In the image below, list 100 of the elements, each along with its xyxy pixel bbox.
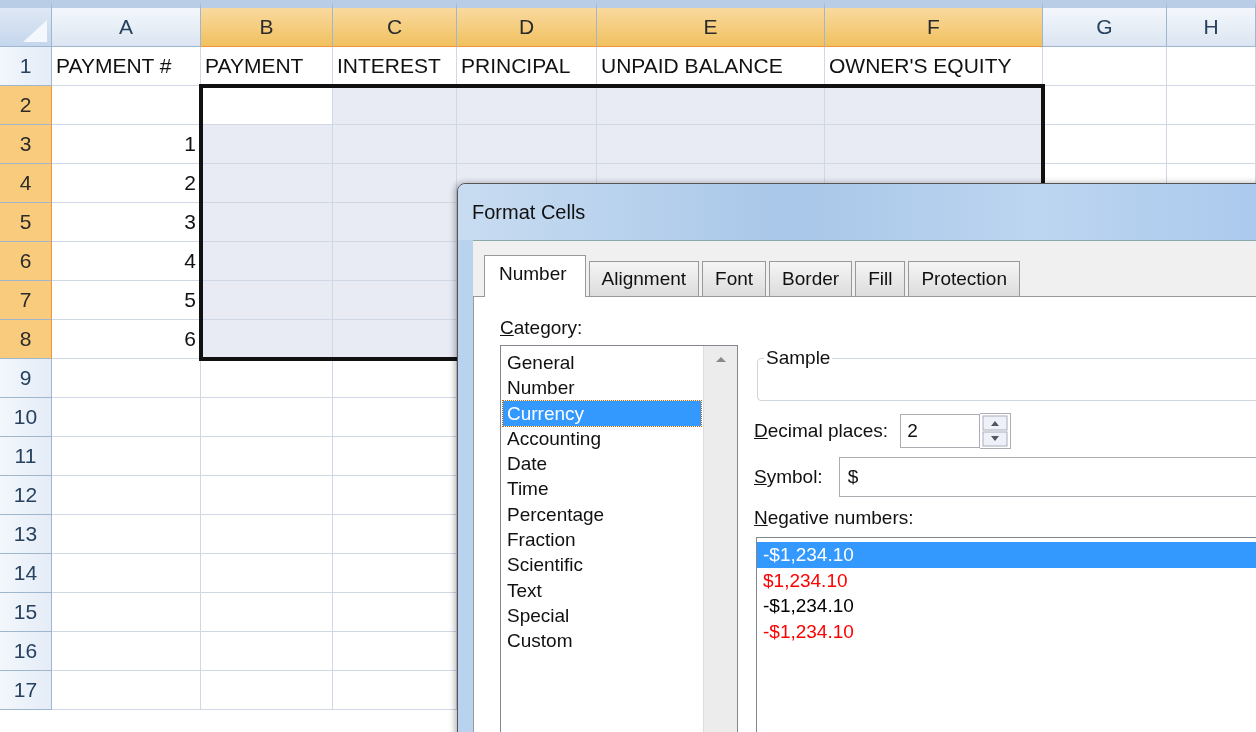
negative-format-item[interactable]: -$1,234.10 <box>757 618 1256 644</box>
column-header[interactable]: C <box>333 0 457 47</box>
table-cell[interactable]: 3 <box>52 203 201 242</box>
table-cell[interactable] <box>333 281 457 320</box>
category-item[interactable]: Date <box>503 451 701 477</box>
table-cell[interactable] <box>201 281 333 320</box>
column-header[interactable]: G <box>1043 0 1167 47</box>
table-cell[interactable] <box>1167 125 1256 164</box>
row-header[interactable]: 10 <box>0 398 52 437</box>
table-cell[interactable] <box>201 164 333 203</box>
negative-format-item[interactable]: -$1,234.10 <box>757 593 1256 619</box>
row-header[interactable]: 9 <box>0 359 52 398</box>
category-item[interactable]: Time <box>503 476 701 502</box>
decimal-places-field[interactable]: 2 <box>900 414 981 448</box>
table-cell[interactable] <box>1043 125 1167 164</box>
category-item[interactable]: Special <box>503 602 701 629</box>
category-item[interactable]: Number <box>503 375 701 401</box>
table-cell[interactable] <box>52 671 201 710</box>
table-cell[interactable] <box>52 632 201 671</box>
table-cell[interactable] <box>201 125 333 164</box>
row-header[interactable]: 12 <box>0 476 52 515</box>
table-cell[interactable] <box>333 203 457 242</box>
column-header[interactable]: E <box>597 0 825 47</box>
category-item[interactable]: Scientific <box>503 552 701 578</box>
table-cell[interactable] <box>201 593 333 632</box>
category-item[interactable]: Custom <box>503 628 701 654</box>
table-cell[interactable] <box>1043 47 1167 86</box>
row-header[interactable]: 16 <box>0 632 52 671</box>
table-cell[interactable] <box>1043 86 1167 125</box>
table-cell[interactable]: 1 <box>52 125 201 164</box>
table-cell[interactable]: 4 <box>52 242 201 281</box>
table-cell[interactable] <box>201 320 333 359</box>
table-cell[interactable] <box>201 359 333 398</box>
column-header[interactable]: D <box>457 0 597 47</box>
row-header[interactable]: 7 <box>0 281 52 320</box>
row-header[interactable]: 11 <box>0 437 52 476</box>
table-cell[interactable] <box>201 554 333 593</box>
table-cell[interactable] <box>597 86 825 125</box>
table-cell[interactable] <box>52 554 201 593</box>
category-item[interactable]: General <box>503 350 701 376</box>
table-cell[interactable] <box>333 86 457 125</box>
table-cell[interactable]: PAYMENT <box>201 47 333 86</box>
tab[interactable]: Protection <box>908 261 1020 296</box>
row-header[interactable]: 15 <box>0 593 52 632</box>
row-header[interactable]: 17 <box>0 671 52 710</box>
table-cell[interactable]: UNPAID BALANCE <box>597 47 825 86</box>
negative-format-item[interactable]: $1,234.10 <box>757 567 1256 593</box>
table-cell[interactable] <box>201 671 333 710</box>
column-header[interactable]: B <box>201 0 333 47</box>
table-cell[interactable] <box>1167 86 1256 125</box>
table-cell[interactable] <box>52 437 201 476</box>
category-item[interactable]: Accounting <box>503 425 701 452</box>
table-cell[interactable] <box>201 203 333 242</box>
table-cell[interactable] <box>457 86 597 125</box>
table-cell[interactable]: 6 <box>52 320 201 359</box>
table-cell[interactable]: OWNER'S EQUITY <box>825 47 1043 86</box>
category-item[interactable]: Percentage <box>503 501 701 528</box>
row-header[interactable]: 14 <box>0 554 52 593</box>
table-cell[interactable] <box>333 242 457 281</box>
table-cell[interactable] <box>52 593 201 632</box>
table-cell[interactable]: 5 <box>52 281 201 320</box>
table-cell[interactable] <box>52 515 201 554</box>
column-header[interactable]: A <box>52 0 201 47</box>
tab[interactable]: Number <box>484 255 586 297</box>
select-all-button[interactable] <box>0 0 52 47</box>
row-header[interactable]: 5 <box>0 203 52 242</box>
tab[interactable]: Border <box>769 261 853 296</box>
row-header[interactable]: 8 <box>0 320 52 359</box>
row-header[interactable]: 2 <box>0 86 52 125</box>
spin-button[interactable] <box>980 413 1012 449</box>
category-item[interactable]: Fraction <box>503 527 701 553</box>
table-cell[interactable] <box>333 320 457 359</box>
row-header[interactable]: 1 <box>0 47 52 86</box>
table-cell[interactable] <box>597 125 825 164</box>
table-cell[interactable] <box>52 476 201 515</box>
row-header[interactable]: 6 <box>0 242 52 281</box>
table-cell[interactable] <box>201 437 333 476</box>
table-cell[interactable] <box>333 164 457 203</box>
category-item[interactable]: Text <box>503 577 701 603</box>
tab[interactable]: Font <box>702 261 767 296</box>
table-cell[interactable] <box>825 125 1043 164</box>
table-cell[interactable] <box>825 86 1043 125</box>
table-cell[interactable] <box>52 398 201 437</box>
table-cell[interactable]: 2 <box>52 164 201 203</box>
tab[interactable]: Fill <box>855 261 906 296</box>
table-cell[interactable] <box>201 242 333 281</box>
table-cell[interactable] <box>1167 47 1256 86</box>
symbol-dropdown[interactable]: $ <box>838 457 1256 497</box>
table-cell[interactable] <box>457 125 597 164</box>
table-cell[interactable] <box>52 359 201 398</box>
row-header[interactable]: 3 <box>0 125 52 164</box>
column-header[interactable]: H <box>1167 0 1256 47</box>
table-cell[interactable] <box>333 125 457 164</box>
table-cell[interactable] <box>201 632 333 671</box>
table-cell[interactable] <box>201 86 333 125</box>
scrollbar[interactable] <box>703 346 737 732</box>
table-cell[interactable] <box>201 398 333 437</box>
row-header[interactable]: 13 <box>0 515 52 554</box>
table-cell[interactable] <box>201 476 333 515</box>
row-header[interactable]: 4 <box>0 164 52 203</box>
